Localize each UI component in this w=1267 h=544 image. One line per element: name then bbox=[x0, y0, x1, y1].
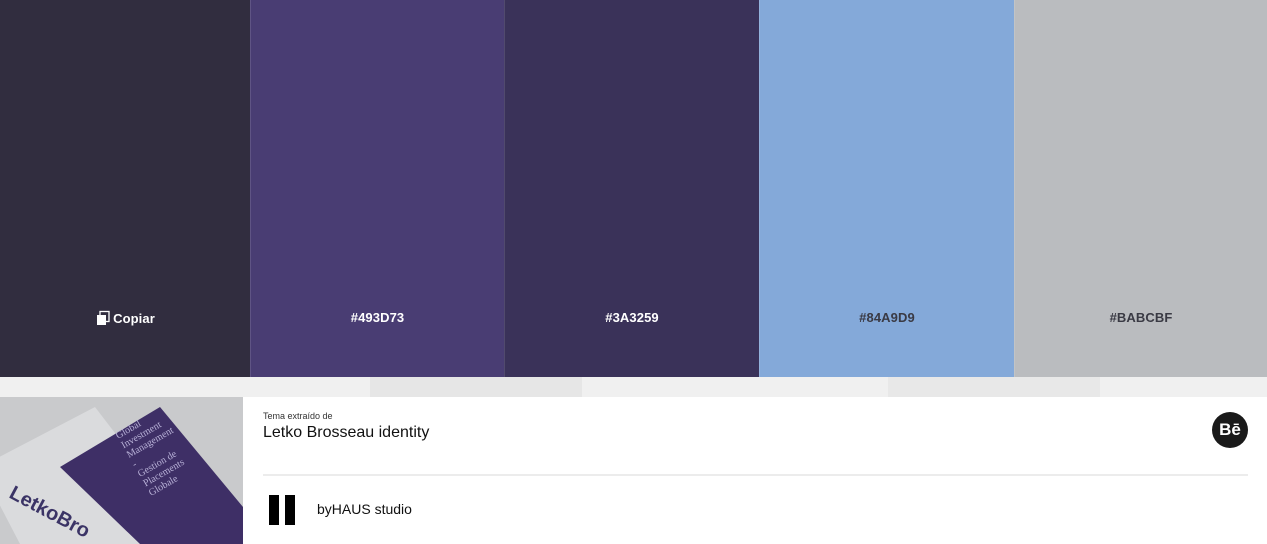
divider bbox=[263, 474, 1248, 476]
author-name[interactable]: byHAUS studio bbox=[317, 501, 412, 517]
swatch-hex-label: #493D73 bbox=[350, 310, 405, 325]
theme-thumbnail[interactable]: LetkoBro Global Investment Management - … bbox=[0, 397, 243, 544]
pause-bar bbox=[269, 495, 279, 525]
swatch-1[interactable]: Copiar bbox=[0, 0, 250, 377]
copy-label-wrap[interactable]: Copiar bbox=[0, 310, 250, 329]
strip-shade bbox=[888, 377, 1100, 397]
swatch-hex-label: #84A9D9 bbox=[859, 310, 915, 325]
copy-icon bbox=[97, 310, 110, 325]
copy-label: Copiar bbox=[113, 310, 155, 326]
background-strip bbox=[0, 377, 1267, 397]
swatch-4[interactable]: #84A9D9 bbox=[759, 0, 1014, 377]
behance-icon[interactable]: Bē bbox=[1212, 412, 1248, 448]
swatch-hex-label: #BABCBF bbox=[1109, 310, 1173, 325]
theme-info-panel: Tema extraído de Letko Brosseau identity… bbox=[243, 397, 1267, 544]
swatch-hex-label: #3A3259 bbox=[605, 310, 659, 325]
strip-shade bbox=[370, 377, 582, 397]
swatch-5[interactable]: #BABCBF bbox=[1014, 0, 1267, 377]
swatch-2[interactable]: #493D73 bbox=[250, 0, 504, 377]
color-palette: Copiar #493D73 #3A3259 #84A9D9 #BABCBF bbox=[0, 0, 1267, 377]
swatch-3[interactable]: #3A3259 bbox=[504, 0, 759, 377]
thumbnail-image: LetkoBro Global Investment Management - … bbox=[0, 397, 243, 544]
pause-bar bbox=[285, 495, 295, 525]
theme-title[interactable]: Letko Brosseau identity bbox=[263, 424, 429, 442]
pause-icon[interactable] bbox=[269, 495, 295, 525]
source-label: Tema extraído de bbox=[263, 411, 333, 421]
